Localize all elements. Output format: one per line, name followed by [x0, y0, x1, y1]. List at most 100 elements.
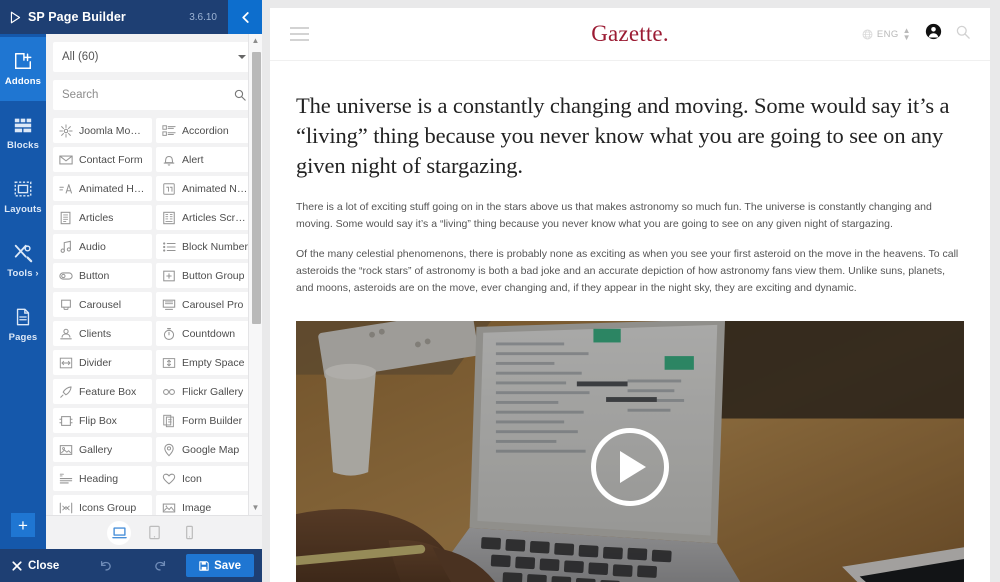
addon-label: Articles Scroller	[182, 211, 249, 224]
addon-item[interactable]: Alert	[156, 147, 255, 172]
globe-icon	[862, 29, 873, 39]
device-desktop-button[interactable]	[107, 520, 131, 545]
undo-arrow-icon	[101, 560, 112, 571]
undo-button[interactable]	[99, 559, 113, 573]
device-preview-toggle	[46, 515, 262, 549]
addons-panel: All (60) Joomla Module Accordion Contact…	[46, 34, 262, 549]
addon-item[interactable]: Gallery	[53, 437, 152, 462]
collapse-panel-button[interactable]	[228, 0, 262, 34]
addon-label: Image	[182, 501, 212, 514]
addon-label: Contact Form	[79, 153, 143, 166]
play-button-icon[interactable]	[591, 428, 669, 507]
addon-search-box[interactable]	[53, 80, 255, 110]
addon-item[interactable]: Flip Box	[53, 408, 152, 433]
layout-frame-icon	[14, 181, 32, 197]
accordion-icon	[162, 124, 176, 136]
form-builder-icon	[163, 414, 174, 427]
addon-item[interactable]: Carousel	[53, 292, 152, 317]
builder-nav-rail: Addons Blocks Layouts Tools › Pages +	[0, 34, 46, 549]
addon-category-select[interactable]: All (60)	[53, 42, 255, 72]
builder-action-bar: Close Save	[0, 549, 262, 582]
addon-item[interactable]: Countdown	[156, 321, 255, 346]
addon-item[interactable]: Joomla Module	[53, 118, 152, 143]
addon-item[interactable]: Button	[53, 263, 152, 288]
addon-label: Alert	[182, 153, 204, 166]
tools-icon	[14, 244, 33, 263]
redo-button[interactable]	[153, 559, 167, 573]
search-icon	[956, 25, 970, 39]
sidebar-item-pages[interactable]: Pages	[0, 293, 46, 357]
mobile-icon	[185, 525, 193, 540]
heading-icon	[59, 473, 73, 483]
clients-icon	[60, 328, 72, 339]
addon-item[interactable]: Button Group	[156, 263, 255, 288]
addon-label: Carousel	[79, 298, 122, 311]
envelope-icon	[59, 155, 73, 164]
carousel-icon	[61, 299, 71, 310]
divider-icon	[59, 357, 73, 368]
addon-item[interactable]: Divider	[53, 350, 152, 375]
page-document-icon	[16, 308, 30, 326]
sidebar-item-addons[interactable]: Addons	[0, 37, 46, 101]
device-mobile-button[interactable]	[177, 521, 201, 545]
addon-label: Audio	[79, 240, 106, 253]
addon-item[interactable]: Flickr Gallery	[156, 379, 255, 404]
builder-panel: SP Page Builder 3.6.10 Addons Blocks Lay…	[0, 0, 262, 582]
account-button[interactable]	[925, 23, 942, 45]
addon-item[interactable]: Form Builder	[156, 408, 255, 433]
tablet-icon	[148, 525, 160, 540]
scrollbar-track[interactable]	[249, 48, 263, 501]
flip-box-icon	[59, 415, 73, 426]
sidebar-item-tools[interactable]: Tools ›	[0, 229, 46, 293]
scroll-up-arrow-icon[interactable]: ▲	[252, 34, 260, 48]
sidebar-item-blocks[interactable]: Blocks	[0, 101, 46, 165]
addon-item[interactable]: Accordion	[156, 118, 255, 143]
addon-item[interactable]: Google Map	[156, 437, 255, 462]
page-builder-app: SP Page Builder 3.6.10 Addons Blocks Lay…	[0, 0, 1000, 582]
language-selector[interactable]: ENG ▲ ▼	[862, 25, 911, 42]
builder-title: SP Page Builder	[28, 10, 126, 24]
addon-item[interactable]: Empty Space	[156, 350, 255, 375]
addon-item[interactable]: Animated Hea…	[53, 176, 152, 201]
search-button[interactable]	[956, 25, 970, 44]
button-group-icon	[163, 270, 175, 281]
hamburger-menu-icon[interactable]	[290, 27, 309, 41]
up-down-arrows-icon: ▲ ▼	[902, 25, 911, 42]
addon-item[interactable]: Articles Scroller	[156, 205, 255, 230]
addon-item[interactable]: Animated Nu…	[156, 176, 255, 201]
floppy-disk-icon	[199, 560, 209, 571]
save-button[interactable]: Save	[186, 554, 254, 577]
addon-item[interactable]: Carousel Pro	[156, 292, 255, 317]
addon-category-value: All (60)	[62, 51, 99, 63]
device-tablet-button[interactable]	[142, 521, 166, 545]
addon-item[interactable]: Contact Form	[53, 147, 152, 172]
addon-item[interactable]: Feature Box	[53, 379, 152, 404]
addon-item[interactable]: Audio	[53, 234, 152, 259]
builder-version: 3.6.10	[189, 11, 217, 23]
preview-page: Gazette. ENG ▲ ▼ The universe is a const…	[270, 8, 990, 582]
addon-label: Animated Hea…	[79, 182, 146, 195]
addon-item[interactable]: Icon	[156, 466, 255, 491]
addon-item[interactable]: Image	[156, 495, 255, 516]
addon-label: Clients	[79, 327, 112, 340]
scrollbar-thumb[interactable]	[251, 52, 261, 324]
addon-label: Heading	[79, 472, 119, 485]
addon-item[interactable]: Clients	[53, 321, 152, 346]
sidebar-item-layouts[interactable]: Layouts	[0, 165, 46, 229]
addon-item[interactable]: Block Number	[156, 234, 255, 259]
block-number-icon	[163, 241, 176, 252]
articles-icon	[60, 211, 71, 224]
redo-arrow-icon	[155, 560, 166, 571]
addon-label: Articles	[79, 211, 114, 224]
addons-scrollbar[interactable]: ▲ ▼	[248, 34, 262, 515]
addon-label: Joomla Module	[79, 124, 146, 137]
close-button[interactable]: Close	[0, 560, 59, 572]
addon-label: Icon	[182, 472, 202, 485]
addon-item[interactable]: Heading	[53, 466, 152, 491]
add-section-button[interactable]: +	[11, 513, 35, 537]
scroll-down-arrow-icon[interactable]: ▼	[252, 501, 260, 515]
video-embed[interactable]	[296, 321, 964, 582]
addon-item[interactable]: Articles	[53, 205, 152, 230]
search-input[interactable]	[62, 89, 246, 101]
addon-item[interactable]: Icons Group	[53, 495, 152, 516]
